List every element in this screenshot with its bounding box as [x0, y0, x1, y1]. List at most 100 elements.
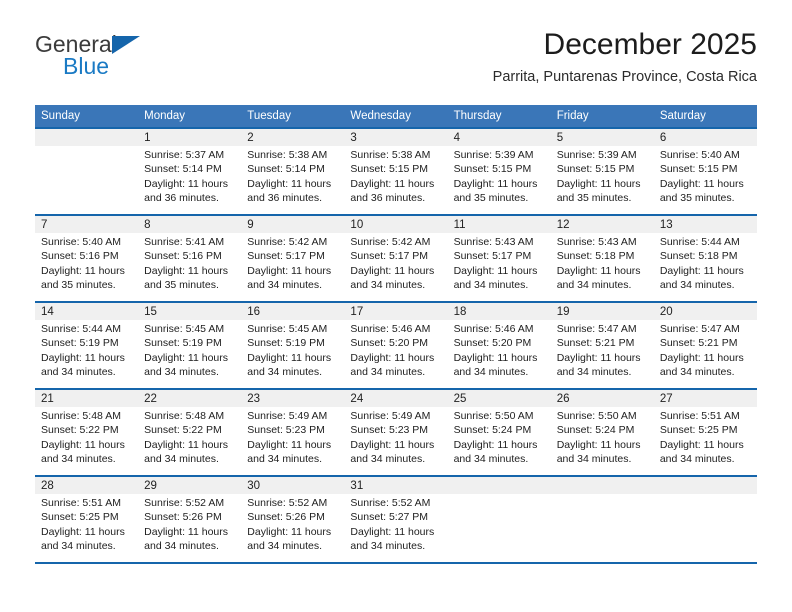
- daylight-text: Daylight: 11 hours and 34 minutes.: [247, 264, 332, 292]
- sunset-text: Sunset: 5:18 PM: [659, 250, 738, 263]
- daylight-text: Daylight: 11 hours and 34 minutes.: [247, 351, 332, 379]
- day-detail-row: Sunrise: 5:51 AM Sunset: 5:25 PM Daylight:…: [35, 494, 757, 562]
- day-number[interactable]: 10: [344, 216, 448, 233]
- daylight-text: Daylight: 11 hours and 35 minutes.: [556, 177, 641, 205]
- day-details: Sunrise: 5:42 AM Sunset: 5:17 PM Daylight:…: [344, 233, 448, 301]
- sunset-text: Sunset: 5:23 PM: [247, 424, 325, 437]
- weekday-header-sunday: Sunday: [35, 105, 139, 127]
- sunrise-text: Sunrise: 5:39 AM: [556, 149, 637, 161]
- day-number[interactable]: 18: [447, 303, 551, 320]
- day-details: Sunrise: 5:38 AM Sunset: 5:14 PM Daylight:…: [241, 146, 345, 214]
- calendar-bottom-separator: [35, 562, 757, 564]
- sunrise-text: Sunrise: 5:44 AM: [41, 323, 121, 335]
- weekday-header-monday: Monday: [138, 105, 242, 127]
- day-cell-empty: [447, 477, 551, 494]
- day-number[interactable]: 27: [653, 390, 757, 407]
- day-details: Sunrise: 5:40 AM Sunset: 5:15 PM Daylight:…: [653, 146, 757, 214]
- day-number[interactable]: 9: [241, 216, 345, 233]
- sunrise-text: Sunrise: 5:40 AM: [659, 149, 740, 161]
- day-details: Sunrise: 5:51 AM Sunset: 5:25 PM Daylight:…: [35, 494, 139, 562]
- day-details: Sunrise: 5:47 AM Sunset: 5:21 PM Daylight:…: [550, 320, 654, 388]
- day-number[interactable]: 8: [138, 216, 242, 233]
- daylight-text: Daylight: 11 hours and 36 minutes.: [350, 177, 435, 205]
- sunset-text: Sunset: 5:27 PM: [350, 511, 429, 524]
- day-number[interactable]: 5: [550, 129, 654, 146]
- sunrise-text: Sunrise: 5:50 AM: [453, 410, 534, 422]
- day-number[interactable]: 1: [138, 129, 242, 146]
- day-number[interactable]: 24: [344, 390, 448, 407]
- day-number[interactable]: 29: [138, 477, 242, 494]
- day-details: Sunrise: 5:43 AM Sunset: 5:18 PM Daylight:…: [550, 233, 654, 301]
- page-header: General Blue December 2025 Parrita, Punt…: [35, 28, 757, 96]
- day-number[interactable]: 22: [138, 390, 242, 407]
- sunrise-text: Sunrise: 5:45 AM: [144, 323, 225, 335]
- day-number[interactable]: 20: [653, 303, 757, 320]
- day-details: Sunrise: 5:37 AM Sunset: 5:14 PM Daylight:…: [138, 146, 242, 214]
- day-number[interactable]: 31: [344, 477, 448, 494]
- day-number[interactable]: 12: [550, 216, 654, 233]
- sunrise-text: Sunrise: 5:49 AM: [247, 410, 328, 422]
- day-number[interactable]: 13: [653, 216, 757, 233]
- daylight-text: Daylight: 11 hours and 35 minutes.: [659, 177, 744, 205]
- sunset-text: Sunset: 5:16 PM: [144, 250, 222, 263]
- sunset-text: Sunset: 5:24 PM: [453, 424, 532, 437]
- day-details-empty: [550, 494, 654, 562]
- day-number[interactable]: 28: [35, 477, 139, 494]
- daylight-text: Daylight: 11 hours and 34 minutes.: [350, 351, 435, 379]
- sunset-text: Sunset: 5:19 PM: [41, 337, 119, 350]
- title-block: December 2025 Parrita, Puntarenas Provin…: [493, 28, 757, 86]
- daylight-text: Daylight: 11 hours and 35 minutes.: [453, 177, 538, 205]
- logo-triangle-icon: [112, 36, 140, 54]
- day-details: Sunrise: 5:45 AM Sunset: 5:19 PM Daylight:…: [138, 320, 242, 388]
- sunset-text: Sunset: 5:17 PM: [247, 250, 325, 263]
- sunrise-text: Sunrise: 5:46 AM: [350, 323, 431, 335]
- day-number[interactable]: 3: [344, 129, 448, 146]
- sunset-text: Sunset: 5:25 PM: [41, 511, 119, 524]
- day-number[interactable]: 7: [35, 216, 139, 233]
- sunset-text: Sunset: 5:25 PM: [659, 424, 738, 437]
- sunrise-text: Sunrise: 5:43 AM: [556, 236, 637, 248]
- daylight-text: Daylight: 11 hours and 34 minutes.: [453, 264, 538, 292]
- day-number[interactable]: 17: [344, 303, 448, 320]
- day-detail-row: Sunrise: 5:37 AM Sunset: 5:14 PM Daylight:…: [35, 146, 757, 214]
- day-number[interactable]: 25: [447, 390, 551, 407]
- sunrise-text: Sunrise: 5:51 AM: [41, 497, 121, 509]
- sunrise-text: Sunrise: 5:48 AM: [144, 410, 225, 422]
- daylight-text: Daylight: 11 hours and 35 minutes.: [41, 264, 125, 292]
- day-details: Sunrise: 5:44 AM Sunset: 5:19 PM Daylight:…: [35, 320, 139, 388]
- day-number[interactable]: 2: [241, 129, 345, 146]
- daylight-text: Daylight: 11 hours and 34 minutes.: [659, 438, 744, 466]
- day-number[interactable]: 21: [35, 390, 139, 407]
- day-number[interactable]: 16: [241, 303, 345, 320]
- day-number[interactable]: 6: [653, 129, 757, 146]
- day-number[interactable]: 19: [550, 303, 654, 320]
- day-number[interactable]: 4: [447, 129, 551, 146]
- day-number[interactable]: 26: [550, 390, 654, 407]
- sunrise-text: Sunrise: 5:42 AM: [350, 236, 431, 248]
- day-details: Sunrise: 5:50 AM Sunset: 5:24 PM Daylight:…: [550, 407, 654, 475]
- sunrise-text: Sunrise: 5:40 AM: [41, 236, 121, 248]
- sunset-text: Sunset: 5:26 PM: [247, 511, 325, 524]
- sunrise-text: Sunrise: 5:49 AM: [350, 410, 431, 422]
- sunset-text: Sunset: 5:15 PM: [556, 163, 635, 176]
- day-number-row: 21 22 23 24 25 26 27: [35, 390, 757, 407]
- day-number[interactable]: 15: [138, 303, 242, 320]
- day-number[interactable]: 14: [35, 303, 139, 320]
- sunrise-text: Sunrise: 5:48 AM: [41, 410, 121, 422]
- calendar-page: General Blue December 2025 Parrita, Punt…: [0, 0, 792, 612]
- day-number[interactable]: 30: [241, 477, 345, 494]
- weekday-header-saturday: Saturday: [653, 105, 757, 127]
- day-number[interactable]: 11: [447, 216, 551, 233]
- sunset-text: Sunset: 5:15 PM: [659, 163, 738, 176]
- day-details: Sunrise: 5:46 AM Sunset: 5:20 PM Daylight:…: [344, 320, 448, 388]
- sunset-text: Sunset: 5:19 PM: [144, 337, 222, 350]
- sunrise-text: Sunrise: 5:50 AM: [556, 410, 637, 422]
- sunrise-text: Sunrise: 5:44 AM: [659, 236, 740, 248]
- sunset-text: Sunset: 5:23 PM: [350, 424, 429, 437]
- day-details: Sunrise: 5:52 AM Sunset: 5:26 PM Daylight:…: [138, 494, 242, 562]
- day-detail-row: Sunrise: 5:44 AM Sunset: 5:19 PM Daylight:…: [35, 320, 757, 388]
- day-details: Sunrise: 5:40 AM Sunset: 5:16 PM Daylight:…: [35, 233, 139, 301]
- sunset-text: Sunset: 5:15 PM: [453, 163, 532, 176]
- sunset-text: Sunset: 5:17 PM: [350, 250, 429, 263]
- day-number[interactable]: 23: [241, 390, 345, 407]
